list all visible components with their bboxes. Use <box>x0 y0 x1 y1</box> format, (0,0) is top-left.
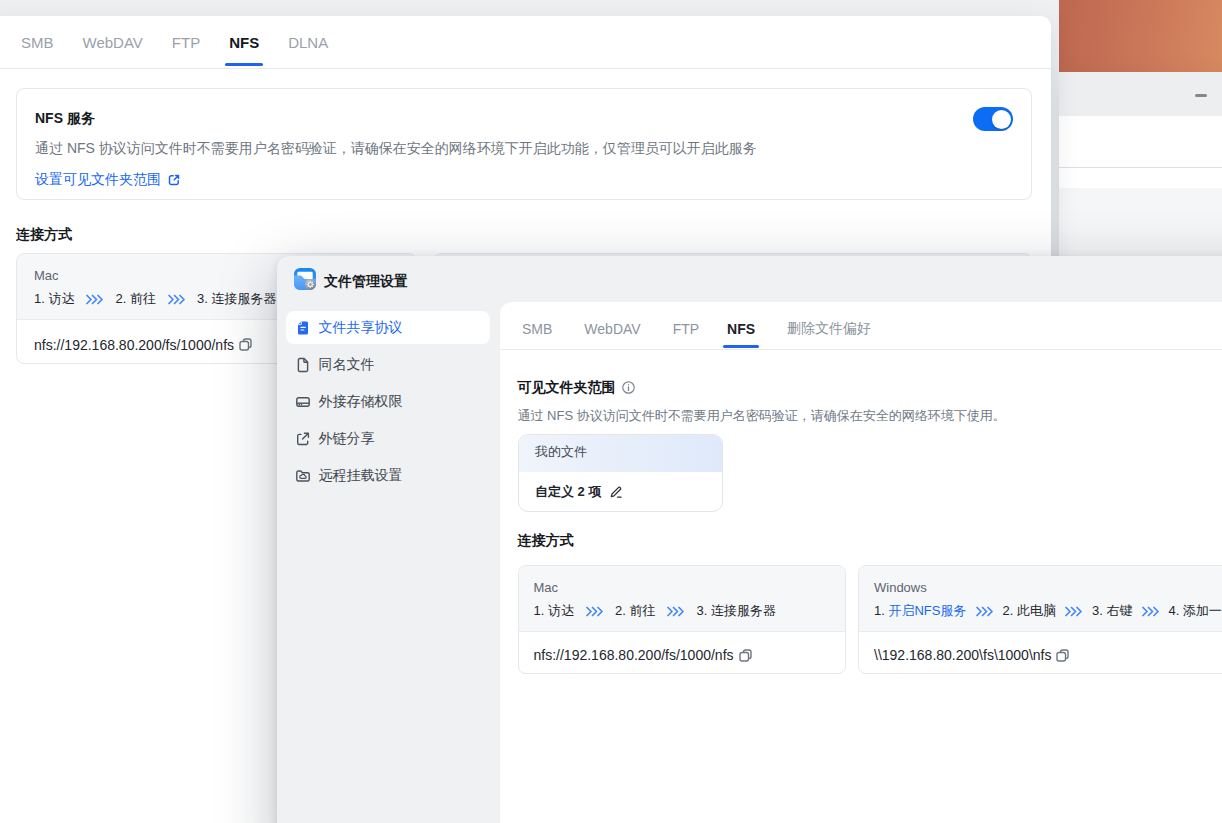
tab-ftp[interactable]: FTP <box>172 16 200 68</box>
external-link-icon <box>167 173 181 187</box>
sidebar-item-external-storage-permission[interactable]: 外接存储权限 <box>286 385 490 418</box>
sidebar-item-label: 同名文件 <box>319 356 375 374</box>
step-1: 1. 访达 <box>534 601 574 621</box>
nfs-service-description: 通过 NFS 协议访问文件时不需要用户名密码验证，请确保在安全的网络环境下开启此… <box>35 138 1013 158</box>
copy-icon[interactable] <box>238 337 253 352</box>
chevron-right-icon <box>667 606 684 617</box>
chevron-right-icon <box>586 606 603 617</box>
tab-nfs[interactable]: NFS <box>229 16 259 68</box>
folder-scope-header: 我的文件 <box>519 435 722 472</box>
step-1: 1. 开启NFS服务 <box>874 601 966 621</box>
chevron-right-icon <box>86 294 103 305</box>
dialog-tab-ftp[interactable]: FTP <box>673 308 699 349</box>
dialog-content-panel: SMB WebDAV FTP NFS 删除文件偏好 可见文件夹范围 通过 NFS… <box>500 302 1222 823</box>
nfs-address: nfs://192.168.80.200/fs/1000/nfs <box>534 645 734 665</box>
sidebar-item-external-link-share[interactable]: 外链分享 <box>286 422 490 455</box>
file-icon <box>295 357 311 373</box>
sidebar-item-label: 外接存储权限 <box>319 393 403 411</box>
connection-method-title: 连接方式 <box>518 530 574 551</box>
connection-method-title: 连接方式 <box>16 224 72 245</box>
tab-dlna[interactable]: DLNA <box>288 16 328 68</box>
folder-scope-box: 我的文件 自定义 2 项 <box>518 434 723 512</box>
set-visible-folder-label: 设置可见文件夹范围 <box>35 171 161 189</box>
right-window-content-gap <box>1059 168 1222 188</box>
sidebar-item-same-name-files[interactable]: 同名文件 <box>286 348 490 381</box>
nfs-address: nfs://192.168.80.200/fs/1000/nfs <box>34 335 234 355</box>
connection-steps: 1. 访达 2. 前往 3. 连接服务器 <box>534 601 831 621</box>
copy-icon[interactable] <box>1055 648 1070 663</box>
nfs-address: \\192.168.80.200\fs\1000\nfs <box>874 645 1051 665</box>
set-visible-folder-link[interactable]: 设置可见文件夹范围 <box>35 171 1013 189</box>
connection-steps: 1. 开启NFS服务 2. 此电脑 3. 右键 4. 添加一个网络位置 <box>874 601 1222 621</box>
step-2: 2. 此电脑 <box>1002 601 1055 621</box>
nfs-service-title: NFS 服务 <box>35 110 95 128</box>
dialog-tab-delete-preference[interactable]: 删除文件偏好 <box>787 308 871 349</box>
step-3: 3. 右键 <box>1092 601 1132 621</box>
edit-icon[interactable] <box>609 485 623 499</box>
platform-label: Windows <box>874 578 1222 597</box>
right-window-titlebar <box>1059 72 1222 116</box>
folder-scope-value: 自定义 2 项 <box>535 483 601 501</box>
sidebar-item-file-sharing-protocol[interactable]: 文件共享协议 <box>286 311 490 344</box>
step-1-number: 1. <box>874 603 888 618</box>
toggle-knob <box>992 110 1011 129</box>
step-2: 2. 前往 <box>115 289 155 309</box>
minimize-icon[interactable] <box>1195 94 1207 97</box>
sidebar-item-label: 外链分享 <box>319 430 375 448</box>
step-3: 3. 连接服务器 <box>197 289 276 309</box>
visible-folder-scope-description: 通过 NFS 协议访问文件时不需要用户名密码验证，请确保在安全的网络环境下使用。 <box>518 406 1006 425</box>
platform-label: Mac <box>534 578 831 597</box>
chevron-right-icon <box>168 294 185 305</box>
chevron-right-icon <box>1142 606 1159 617</box>
desktop-wallpaper <box>1059 0 1222 72</box>
share-icon <box>295 431 311 447</box>
step-1: 1. 访达 <box>34 289 74 309</box>
nfs-service-card: NFS 服务 通过 NFS 协议访问文件时不需要用户名密码验证，请确保在安全的网… <box>16 88 1032 200</box>
tab-smb[interactable]: SMB <box>21 16 54 68</box>
document-icon <box>295 320 311 336</box>
dialog-tab-smb[interactable]: SMB <box>522 308 552 349</box>
windows-connection-card: Windows 1. 开启NFS服务 2. 此电脑 3. 右键 4. 添加一个网… <box>858 565 1222 674</box>
sidebar-item-remote-mount-settings[interactable]: 远程挂载设置 <box>286 459 490 492</box>
chevron-right-icon <box>976 606 993 617</box>
step-3: 3. 连接服务器 <box>696 601 775 621</box>
mac-connection-card: Mac 1. 访达 2. 前往 3. 连接服务器 nfs://192.168.8… <box>518 565 847 674</box>
dialog-title: 文件管理设置 <box>324 270 408 292</box>
dialog-header: 文件管理设置 <box>277 256 1222 302</box>
copy-icon[interactable] <box>738 648 753 663</box>
dialog-tab-webdav[interactable]: WebDAV <box>584 308 640 349</box>
enable-nfs-service-link[interactable]: 开启NFS服务 <box>888 603 966 618</box>
folder-cloud-icon <box>295 468 311 484</box>
visible-folder-scope-title: 可见文件夹范围 <box>518 377 616 398</box>
info-icon[interactable] <box>622 381 635 394</box>
dialog-sidebar: 文件共享协议 同名文件 外接存储权限 外链分享 远程挂载设置 <box>286 311 490 496</box>
step-4: 4. 添加一个网络位置 <box>1168 601 1222 621</box>
dialog-tabbar: SMB WebDAV FTP NFS 删除文件偏好 <box>500 302 1222 350</box>
nfs-service-toggle[interactable] <box>973 107 1013 131</box>
file-management-settings-dialog: 文件管理设置 文件共享协议 同名文件 外接存储权限 外链分享 远程挂载设置 SM… <box>277 256 1222 823</box>
dialog-tab-nfs[interactable]: NFS <box>727 308 755 349</box>
sidebar-item-label: 文件共享协议 <box>319 319 403 337</box>
chevron-right-icon <box>1065 606 1082 617</box>
file-manager-app-icon <box>293 267 317 291</box>
protocol-tabbar: SMB WebDAV FTP NFS DLNA <box>0 16 1051 69</box>
step-2: 2. 前往 <box>615 601 655 621</box>
drive-icon <box>295 394 311 410</box>
sidebar-item-label: 远程挂载设置 <box>319 467 403 485</box>
right-window-toolbar-area <box>1059 116 1222 168</box>
tab-webdav[interactable]: WebDAV <box>83 16 143 68</box>
